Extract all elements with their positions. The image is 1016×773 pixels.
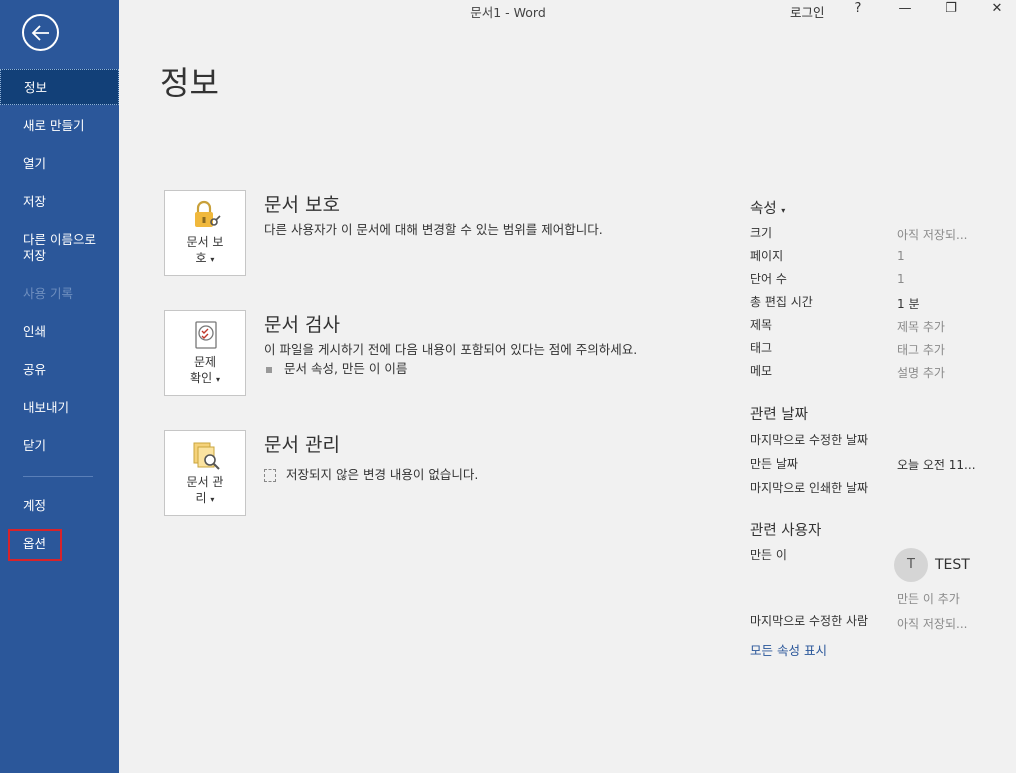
properties-heading[interactable]: 속성 ▾ bbox=[750, 197, 785, 218]
login-link[interactable]: 로그인 bbox=[790, 2, 825, 21]
size-label: 크기 bbox=[750, 226, 773, 240]
edit-time-label: 총 편집 시간 bbox=[750, 295, 813, 309]
help-button[interactable]: ? bbox=[843, 0, 873, 20]
nav-export[interactable]: 내보내기 bbox=[0, 390, 119, 426]
manage-label-line2: 리 ▾ bbox=[165, 490, 245, 508]
nav-close[interactable]: 닫기 bbox=[0, 428, 119, 464]
nav-share[interactable]: 공유 bbox=[0, 352, 119, 388]
manage-title: 문서 관리 bbox=[264, 434, 340, 456]
author-label: 만든 이 bbox=[750, 548, 787, 562]
edit-time-value: 1 분 bbox=[897, 297, 920, 311]
author-name[interactable]: TEST bbox=[935, 557, 970, 573]
bullet-square-icon bbox=[266, 366, 272, 373]
tags-label: 태그 bbox=[750, 341, 773, 355]
show-all-properties-link[interactable]: 모든 속성 표시 bbox=[750, 640, 827, 659]
words-value: 1 bbox=[897, 272, 905, 286]
document-icon bbox=[264, 469, 276, 482]
nav-save[interactable]: 저장 bbox=[0, 184, 119, 220]
nav-open[interactable]: 열기 bbox=[0, 146, 119, 182]
created-date-value: 오늘 오전 11... bbox=[897, 458, 976, 472]
close-button[interactable]: ✕ bbox=[982, 0, 1012, 20]
inspect-title: 문서 검사 bbox=[264, 314, 340, 336]
last-modified-by-value: 아직 저장되... bbox=[897, 617, 968, 631]
dropdown-arrow-icon: ▾ bbox=[781, 206, 786, 215]
inspect-desc: 이 파일을 게시하기 전에 다음 내용이 포함되어 있다는 점에 주의하세요. bbox=[264, 342, 638, 357]
inspect-document-icon bbox=[195, 321, 217, 349]
protect-document-button[interactable]: 문서 보 호 ▾ bbox=[164, 190, 246, 276]
minimize-button[interactable]: — bbox=[890, 0, 920, 20]
window-title-text: 문서1 - Word bbox=[470, 5, 546, 20]
title-label: 제목 bbox=[750, 318, 773, 332]
pages-value: 1 bbox=[897, 249, 905, 263]
printed-date-label: 마지막으로 인쇄한 날짜 bbox=[750, 481, 869, 495]
protect-label-line1: 문서 보 bbox=[186, 235, 224, 249]
nav-separator bbox=[23, 476, 93, 477]
inspect-button-label: 문제 확인 ▾ bbox=[165, 354, 245, 388]
inspect-bullet-text: 문서 속성, 만든 이 이름 bbox=[284, 361, 408, 376]
avatar: T bbox=[894, 548, 928, 582]
title-input[interactable]: 제목 추가 bbox=[897, 318, 945, 335]
dropdown-arrow-icon: ▾ bbox=[210, 495, 215, 504]
inspect-label-line2: 확인 ▾ bbox=[165, 370, 245, 388]
pages-label: 페이지 bbox=[750, 249, 784, 263]
backstage-sidebar: 정보 새로 만들기 열기 저장 다른 이름으로 저장 사용 기록 인쇄 공유 내… bbox=[0, 0, 119, 773]
size-value: 아직 저장되... bbox=[897, 228, 968, 242]
add-author-input[interactable]: 만든 이 추가 bbox=[897, 590, 960, 607]
options-highlight bbox=[8, 529, 62, 561]
manage-desc-text: 저장되지 않은 변경 내용이 없습니다. bbox=[286, 467, 479, 482]
inspect-bullet: 문서 속성, 만든 이 이름 bbox=[266, 358, 407, 377]
manage-desc: 저장되지 않은 변경 내용이 없습니다. bbox=[264, 464, 478, 483]
tags-input[interactable]: 태그 추가 bbox=[897, 341, 945, 358]
manage-document-icon bbox=[193, 442, 220, 470]
nav-new[interactable]: 새로 만들기 bbox=[0, 108, 119, 144]
page-title: 정보 bbox=[160, 64, 219, 102]
people-heading: 관련 사용자 bbox=[750, 523, 822, 539]
protect-desc: 다른 사용자가 이 문서에 대해 변경할 수 있는 범위를 제어합니다. bbox=[264, 222, 603, 237]
manage-label-line1: 문서 관 bbox=[186, 475, 224, 489]
lock-key-icon bbox=[195, 200, 221, 227]
restore-button[interactable]: ❐ bbox=[936, 0, 966, 20]
nav-history: 사용 기록 bbox=[23, 286, 73, 301]
protect-button-label: 문서 보 호 ▾ bbox=[165, 234, 245, 268]
manage-document-button[interactable]: 문서 관 리 ▾ bbox=[164, 430, 246, 516]
modified-date-label: 마지막으로 수정한 날짜 bbox=[750, 433, 869, 447]
properties-heading-text: 속성 bbox=[750, 201, 777, 217]
nav-save-as[interactable]: 다른 이름으로 저장 bbox=[0, 229, 119, 269]
nav-account[interactable]: 계정 bbox=[0, 488, 119, 524]
protect-label-line2: 호 ▾ bbox=[165, 250, 245, 268]
arrow-left-icon bbox=[31, 25, 49, 41]
check-issues-button[interactable]: 문제 확인 ▾ bbox=[164, 310, 246, 396]
words-label: 단어 수 bbox=[750, 272, 787, 286]
comments-label: 메모 bbox=[750, 364, 773, 378]
comments-input[interactable]: 설명 추가 bbox=[897, 364, 945, 381]
inspect-label-line1: 문제 bbox=[193, 355, 217, 369]
dropdown-arrow-icon: ▾ bbox=[215, 375, 220, 384]
manage-button-label: 문서 관 리 ▾ bbox=[165, 474, 245, 508]
created-date-label: 만든 날짜 bbox=[750, 457, 798, 471]
protect-title: 문서 보호 bbox=[264, 194, 340, 216]
nav-print[interactable]: 인쇄 bbox=[0, 314, 119, 350]
dates-heading: 관련 날짜 bbox=[750, 407, 808, 423]
manage-label-line2-text: 리 bbox=[195, 491, 207, 505]
protect-label-line2-text: 호 bbox=[195, 251, 207, 265]
inspect-label-line2-text: 확인 bbox=[190, 371, 213, 385]
last-modified-by-label: 마지막으로 수정한 사람 bbox=[750, 614, 869, 628]
nav-info[interactable]: 정보 bbox=[0, 69, 119, 105]
dropdown-arrow-icon: ▾ bbox=[210, 255, 215, 264]
